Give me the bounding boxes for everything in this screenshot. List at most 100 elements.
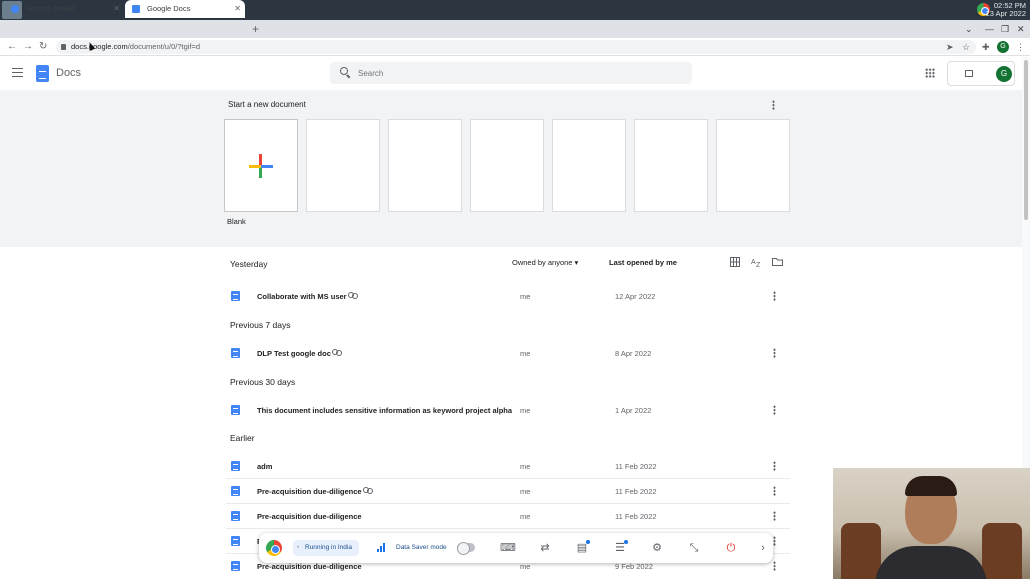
file-date: 11 Feb 2022 [615,512,657,521]
grid-view-icon[interactable] [730,257,740,267]
browser-menu-icon[interactable]: ⋮ [1016,41,1025,53]
table-row[interactable]: adm me 11 Feb 2022 [226,454,790,479]
profile-avatar[interactable]: G [997,41,1009,53]
address-bar: ← → ↻ docs.google.com/document/u/0/?tgif… [0,38,1030,56]
extensions-icon[interactable]: ✚ [982,41,990,53]
tab-strip [0,20,1030,38]
file-owner: me [520,462,531,471]
file-owner: me [520,406,531,415]
lock-icon[interactable] [61,44,66,50]
table-row[interactable]: Pre-acquisition due-diligence me 11 Feb … [226,504,790,529]
doc-file-icon [231,348,240,358]
section-yesterday: Yesterday [230,259,268,269]
plus-icon [249,154,273,178]
send-icon[interactable]: ➤ [946,41,954,53]
account-avatar[interactable]: G [996,66,1012,82]
new-tab-button[interactable]: + [252,20,259,38]
bookmark-star-icon[interactable]: ☆ [962,41,970,53]
minimize-button[interactable]: — [985,20,994,38]
data-saver-toggle[interactable] [457,542,475,555]
equalizer-icon[interactable]: ☰ [612,540,628,556]
row-more-icon[interactable] [773,536,776,546]
table-row[interactable]: DLP Test google doc me 8 Apr 2022 [226,341,790,366]
chair-shape [841,523,881,579]
blank-template[interactable] [224,119,298,212]
sort-by-last-opened[interactable]: Last opened by me [609,258,677,267]
svg-text:Z: Z [756,262,761,267]
section-previous-30-days: Previous 30 days [230,377,296,387]
system-clock: 02:52 PM 13 Apr 2022 [985,1,1026,18]
file-name: Pre-acquisition due-diligence [257,487,362,496]
save-icon[interactable]: ▤ [574,540,590,556]
close-tab-icon[interactable]: ✕ [113,0,120,18]
app-title[interactable]: Docs [56,67,81,79]
table-row[interactable]: Collaborate with MS user me 12 Apr 2022 [226,284,790,309]
close-tab-icon[interactable]: ✕ [234,0,241,18]
search-box[interactable] [330,62,692,84]
template-card[interactable] [388,119,462,212]
section-earlier: Earlier [230,433,255,443]
row-more-icon[interactable] [773,461,776,471]
template-gallery: Start a new document Blank [0,90,1022,247]
chrome-icon[interactable] [266,540,282,556]
chevron-right-icon[interactable]: › [755,540,771,556]
row-more-icon[interactable] [773,486,776,496]
file-owner: me [520,487,531,496]
power-icon[interactable]: ⏻ [723,540,739,556]
row-more-icon[interactable] [773,291,776,301]
row-more-icon[interactable] [773,348,776,358]
doc-file-icon [231,461,240,471]
shared-users-icon [332,349,342,357]
row-more-icon[interactable] [773,511,776,521]
reload-icon[interactable]: ↻ [39,38,47,56]
tab-access-denied[interactable]: Access denied ✕ [4,0,124,18]
doc-file-icon [231,536,240,546]
remote-browser-toolbar: Running in India Data Saver mode ⌨ ⇄ ▤ ☰… [259,533,773,563]
file-name: DLP Test google doc [257,349,331,358]
url-input[interactable]: docs.google.com/document/u/0/?tgif=d [56,40,976,54]
shrink-icon[interactable]: ⤡ [686,540,702,556]
shared-users-icon [363,487,373,495]
back-icon[interactable]: ← [7,38,17,56]
folder-icon[interactable] [772,257,783,266]
share-icon[interactable]: ⇄ [537,540,553,556]
table-row[interactable]: This document includes sensitive informa… [226,398,790,423]
template-card[interactable] [470,119,544,212]
row-more-icon[interactable] [773,561,776,571]
tab-search-icon[interactable]: ⌄ [965,20,973,38]
blank-template-label: Blank [227,217,246,226]
notification-dot [624,540,628,544]
section-previous-7-days: Previous 7 days [230,320,291,330]
close-window-button[interactable]: ✕ [1017,20,1025,38]
table-row[interactable]: Pre-acquisition due-diligence me 11 Feb … [226,479,790,504]
file-date: 1 Apr 2022 [615,406,652,415]
forward-icon[interactable]: → [23,38,33,56]
webcam-overlay [833,468,1030,579]
account-switcher[interactable]: G [947,61,1015,86]
keyboard-icon[interactable]: ⌨ [500,540,516,556]
search-icon[interactable] [340,67,348,75]
tab-google-docs[interactable]: Google Docs ✕ [125,0,245,18]
doc-file-icon [231,291,240,301]
template-card[interactable] [306,119,380,212]
doc-file-icon [231,486,240,496]
gallery-more-icon[interactable] [772,100,775,110]
location-status-badge[interactable]: Running in India [293,540,359,556]
page-scrollbar-thumb[interactable] [1024,60,1028,220]
file-date: 11 Feb 2022 [615,462,657,471]
template-card[interactable] [552,119,626,212]
docs-logo-icon[interactable] [36,65,49,82]
template-card[interactable] [634,119,708,212]
settings-icon[interactable]: ⚙ [649,540,665,556]
google-apps-icon[interactable] [925,68,935,78]
row-more-icon[interactable] [773,405,776,415]
restore-button[interactable]: ❐ [1001,20,1009,38]
sort-az-icon[interactable]: AZ [751,257,762,267]
chair-shape [982,523,1022,579]
main-menu-icon[interactable] [12,68,23,77]
search-input[interactable] [358,62,678,84]
owner-filter-dropdown[interactable]: Owned by anyone ▾ [512,258,578,267]
docs-favicon-icon [132,5,140,13]
template-card[interactable] [716,119,790,212]
file-name: Pre-acquisition due-diligence [257,512,362,521]
